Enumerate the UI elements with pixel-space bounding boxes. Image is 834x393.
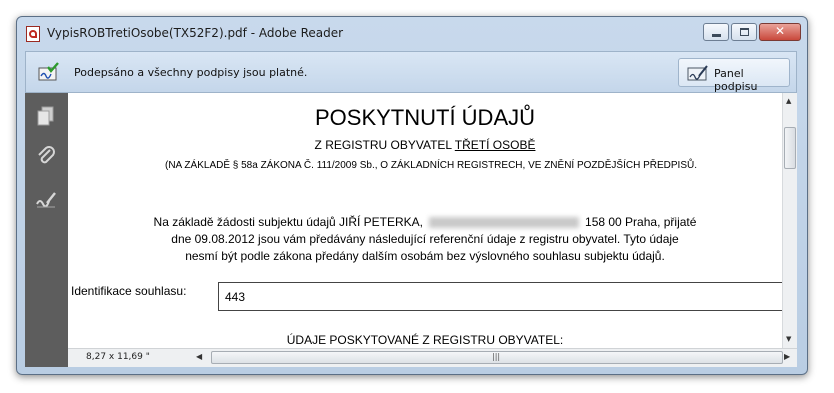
paragraph-line-2: dne 09.08.2012 jsou vám předávány násled… xyxy=(171,232,679,246)
scroll-right-icon[interactable]: ▶ xyxy=(784,352,790,361)
paragraph-text: 158 00 Praha, přijaté xyxy=(585,215,697,229)
title-bar[interactable]: VypisROBTretiOsobe(TX52F2).pdf - Adobe R… xyxy=(17,17,807,51)
minimize-icon xyxy=(712,34,721,37)
redacted-address xyxy=(429,217,580,229)
consent-id-value: 443 xyxy=(225,290,246,304)
scroll-left-icon[interactable]: ◀ xyxy=(196,352,202,361)
navigation-pane xyxy=(25,93,68,367)
signature-panel-button[interactable]: Panel podpisu xyxy=(678,58,790,93)
paragraph-text: Na základě žádosti subjektu údajů JIŘÍ P… xyxy=(153,215,424,229)
close-button[interactable]: ✕ xyxy=(759,23,801,41)
document-view[interactable]: POSKYTNUTÍ ÚDAJŮ Z REGISTRU OBYVATEL TŘE… xyxy=(68,93,782,348)
consent-id-field: 443 xyxy=(218,282,782,311)
horizontal-scroll-thumb[interactable]: ||| xyxy=(211,351,783,364)
maximize-button[interactable] xyxy=(731,23,757,41)
subheading-text: Z REGISTRU OBYVATEL xyxy=(314,138,455,152)
scroll-down-icon[interactable]: ▼ xyxy=(786,335,791,343)
scroll-up-icon[interactable]: ▲ xyxy=(786,97,791,105)
pdf-icon[interactable] xyxy=(26,26,40,42)
vertical-scrollbar[interactable]: ▲ ▼ xyxy=(782,93,797,348)
paragraph-line-3: nesmí být podle zákona předány dalším os… xyxy=(185,249,665,263)
document-heading: POSKYTNUTÍ ÚDAJŮ xyxy=(314,105,536,130)
signature-valid-icon xyxy=(38,62,59,81)
legal-basis: (NA ZÁKLADĚ § 58a ZÁKONA Č. 111/2009 Sb.… xyxy=(164,160,697,171)
signature-bar: Podepsáno a všechny podpisy jsou platné.… xyxy=(25,51,797,93)
reader-window: VypisROBTretiOsobe(TX52F2).pdf - Adobe R… xyxy=(16,16,808,375)
maximize-icon xyxy=(740,28,749,36)
attachment-icon[interactable] xyxy=(35,145,57,167)
vertical-scroll-thumb[interactable] xyxy=(784,127,796,169)
signature-status-text: Podepsáno a všechny podpisy jsou platné. xyxy=(74,66,308,79)
page-size: 8,27 x 11,69 " xyxy=(86,352,150,362)
window-title: VypisROBTretiOsobe(TX52F2).pdf - Adobe R… xyxy=(47,26,344,40)
grip-icon: ||| xyxy=(492,352,501,361)
consent-id-label: Identifikace souhlasu: xyxy=(71,284,187,298)
paragraph-line-1: Na základě žádosti subjektu údajů JIŘÍ P… xyxy=(68,215,782,229)
close-icon: ✕ xyxy=(774,24,786,38)
signatures-icon[interactable] xyxy=(35,189,57,211)
subheading-underlined: TŘETÍ OSOBĚ xyxy=(454,138,536,152)
document-subheading: Z REGISTRU OBYVATEL TŘETÍ OSOBĚ xyxy=(68,138,782,152)
signature-panel-label: Panel podpisu xyxy=(714,67,758,93)
minimize-button[interactable] xyxy=(703,23,729,41)
section-title: ÚDAJE POSKYTOVANÉ Z REGISTRU OBYVATEL: xyxy=(286,333,564,347)
window-controls: ✕ xyxy=(703,23,801,41)
signature-panel-icon xyxy=(687,65,708,81)
status-bar: 8,27 x 11,69 " ◀ ||| ▶ xyxy=(68,348,797,367)
pages-icon[interactable] xyxy=(35,105,57,127)
